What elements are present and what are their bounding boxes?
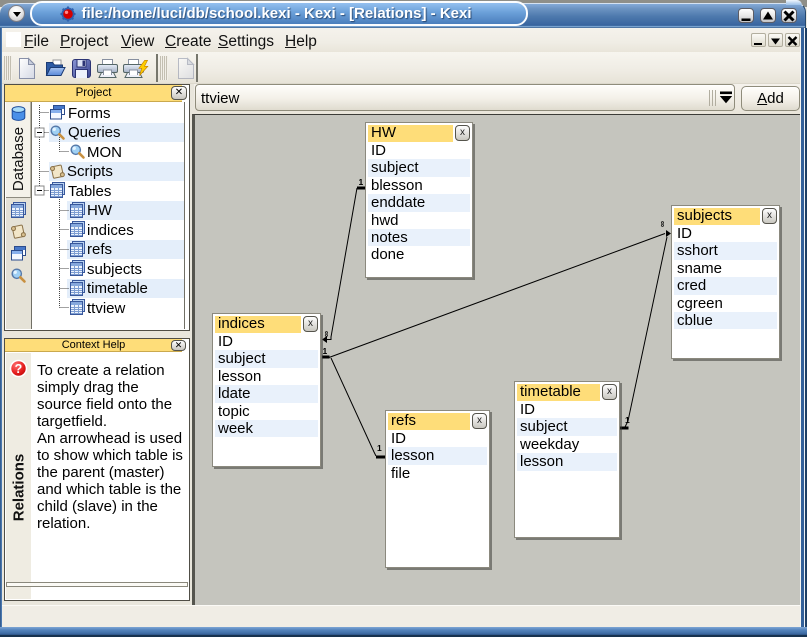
svg-text:1: 1: [625, 415, 630, 425]
svg-text:1: 1: [377, 443, 382, 453]
svg-text:∞: ∞: [322, 331, 332, 337]
svg-text:∞: ∞: [658, 221, 668, 227]
svg-text:1: 1: [359, 177, 364, 187]
svg-text:1: 1: [323, 346, 328, 356]
